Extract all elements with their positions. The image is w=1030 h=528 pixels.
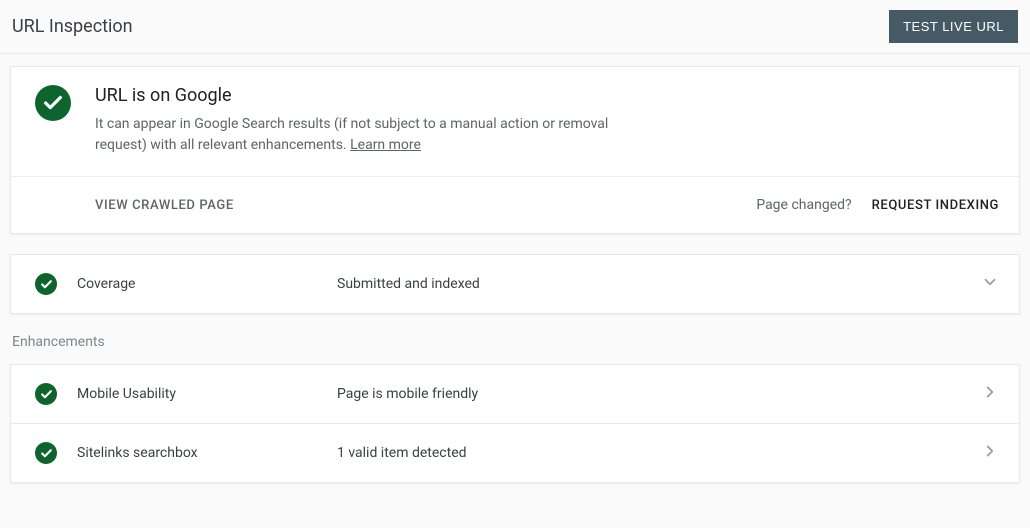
row-label: Sitelinks searchbox <box>77 445 337 461</box>
check-icon <box>35 442 57 464</box>
request-indexing-button[interactable]: REQUEST INDEXING <box>872 198 999 213</box>
status-description: It can appear in Google Search results (… <box>95 114 655 156</box>
coverage-label: Coverage <box>77 276 337 292</box>
view-crawled-page-button[interactable]: VIEW CRAWLED PAGE <box>95 198 234 213</box>
row-value: Page is mobile friendly <box>337 386 981 402</box>
status-text: URL is on Google It can appear in Google… <box>95 85 655 156</box>
right-actions: Page changed? REQUEST INDEXING <box>756 197 999 213</box>
page-changed-label: Page changed? <box>756 197 851 213</box>
check-icon <box>35 85 71 121</box>
check-icon <box>35 273 57 295</box>
status-card: URL is on Google It can appear in Google… <box>10 66 1020 234</box>
page-title: URL Inspection <box>12 16 133 37</box>
status-summary: URL is on Google It can appear in Google… <box>11 67 1019 176</box>
page-header: URL Inspection TEST LIVE URL <box>0 0 1030 54</box>
coverage-row[interactable]: Coverage Submitted and indexed <box>10 254 1020 314</box>
enhancements-list: Mobile Usability Page is mobile friendly… <box>10 364 1020 483</box>
chevron-down-icon <box>981 273 999 295</box>
mobile-usability-row[interactable]: Mobile Usability Page is mobile friendly <box>10 364 1020 423</box>
row-label: Mobile Usability <box>77 386 337 402</box>
status-title: URL is on Google <box>95 85 655 106</box>
status-actions: VIEW CRAWLED PAGE Page changed? REQUEST … <box>11 176 1019 233</box>
chevron-right-icon <box>981 442 999 464</box>
chevron-right-icon <box>981 383 999 405</box>
test-live-url-button[interactable]: TEST LIVE URL <box>889 10 1018 43</box>
learn-more-link[interactable]: Learn more <box>350 137 421 153</box>
coverage-value: Submitted and indexed <box>337 276 981 292</box>
enhancements-section-label: Enhancements <box>12 334 1020 350</box>
content-area: URL is on Google It can appear in Google… <box>0 54 1030 495</box>
sitelinks-searchbox-row[interactable]: Sitelinks searchbox 1 valid item detecte… <box>10 423 1020 483</box>
check-icon <box>35 383 57 405</box>
row-value: 1 valid item detected <box>337 445 981 461</box>
